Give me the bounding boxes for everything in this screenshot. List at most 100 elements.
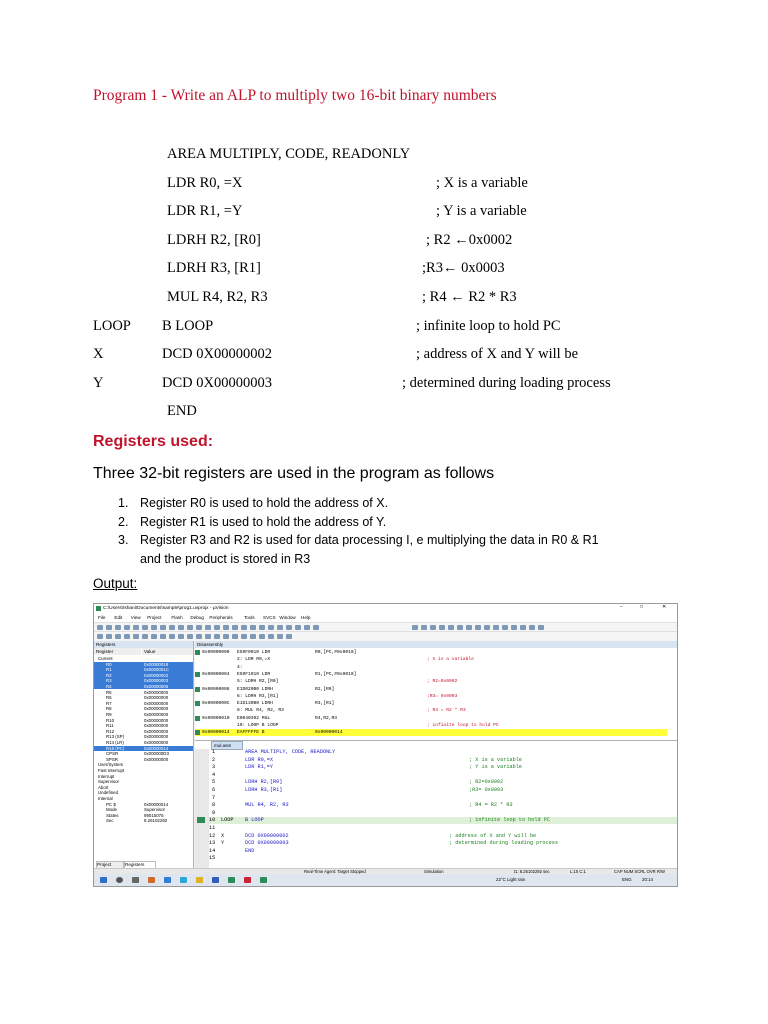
toolbar-icon[interactable] (169, 625, 175, 630)
toolbar-icon[interactable] (277, 625, 283, 630)
register-row[interactable]: R15 (PC) 0x00000014 (94, 745, 193, 751)
start-icon[interactable] (100, 877, 107, 883)
toolbar-icon[interactable] (484, 625, 490, 630)
toolbar-icon[interactable] (286, 625, 292, 630)
app-icon-2[interactable] (164, 877, 171, 883)
toolbar-icon[interactable] (196, 634, 202, 639)
menu-item[interactable]: Debug (190, 615, 204, 620)
toolbar-icon[interactable] (277, 634, 283, 639)
toolbar-icon[interactable] (241, 634, 247, 639)
register-row[interactable]: Undefined (94, 790, 193, 795)
register-row[interactable]: CPSR 0x000000D3 (94, 751, 193, 756)
app-icon-4[interactable] (196, 877, 203, 883)
register-row[interactable]: R1 0x0000001C (94, 667, 193, 673)
toolbar-icon[interactable] (115, 634, 121, 639)
toolbar-icon[interactable] (178, 634, 184, 639)
toolbar-icon[interactable] (268, 634, 274, 639)
app-icon-7[interactable] (244, 877, 251, 883)
register-row[interactable]: States 99015075 (94, 813, 193, 818)
menu-item[interactable]: Project (147, 615, 161, 620)
toolbar-icon[interactable] (502, 625, 508, 630)
register-row[interactable]: PC $ 0x00000014 (94, 802, 193, 807)
toolbar-icon[interactable] (151, 634, 157, 639)
register-row[interactable]: R10 0x00000000 (94, 718, 193, 723)
toolbar-icon[interactable] (97, 625, 103, 630)
register-row[interactable]: Interrupt (94, 774, 193, 779)
toolbar-icon[interactable] (286, 634, 292, 639)
toolbar-icon[interactable] (529, 625, 535, 630)
toolbar-icon[interactable] (187, 634, 193, 639)
menu-item[interactable]: Peripherals (209, 615, 232, 620)
register-row[interactable]: Current (94, 656, 193, 661)
toolbar-icon[interactable] (412, 625, 418, 630)
toolbar-icon[interactable] (178, 625, 184, 630)
app-icon-8[interactable] (260, 877, 267, 883)
menu-item[interactable]: Flash (171, 615, 182, 620)
register-row[interactable]: R7 0x00000000 (94, 701, 193, 706)
register-row[interactable]: Supervisor (94, 779, 193, 784)
menu-item[interactable]: Help (301, 615, 310, 620)
app-icon-6[interactable] (228, 877, 235, 883)
register-row[interactable]: Mode Supervisor (94, 807, 193, 812)
toolbar-icon[interactable] (457, 625, 463, 630)
toolbar-icon[interactable] (160, 625, 166, 630)
register-row[interactable]: R4 0x00000006 (94, 684, 193, 690)
register-row[interactable]: R0 0x00000018 (94, 661, 193, 667)
app-icon-3[interactable] (180, 877, 187, 883)
task-view-icon[interactable] (132, 877, 139, 883)
toolbar-icon[interactable] (187, 625, 193, 630)
minimize-icon[interactable]: – (620, 605, 623, 610)
toolbar-icon[interactable] (196, 625, 202, 630)
toolbar-icon[interactable] (133, 625, 139, 630)
toolbar-icon[interactable] (232, 634, 238, 639)
maximize-icon[interactable]: □ (640, 605, 643, 610)
toolbar-icon[interactable] (268, 625, 274, 630)
toolbar-icon[interactable] (439, 625, 445, 630)
toolbar-icon[interactable] (115, 625, 121, 630)
toolbar-icon[interactable] (214, 634, 220, 639)
toolbar-icon[interactable] (151, 625, 157, 630)
register-row[interactable]: R9 0x00000000 (94, 712, 193, 717)
toolbar-icon[interactable] (205, 625, 211, 630)
toolbar-icon[interactable] (259, 625, 265, 630)
register-row[interactable]: Fast Interrupt (94, 768, 193, 773)
toolbar-icon[interactable] (538, 625, 544, 630)
toolbar-icon[interactable] (97, 634, 103, 639)
toolbar-icon[interactable] (520, 625, 526, 630)
toolbar-icon[interactable] (421, 625, 427, 630)
menu-item[interactable]: SVCS (263, 615, 276, 620)
register-row[interactable]: Internal (94, 796, 193, 801)
toolbar-icon[interactable] (295, 625, 301, 630)
toolbar-icon[interactable] (259, 634, 265, 639)
toolbar-icon[interactable] (142, 625, 148, 630)
toolbar-icon[interactable] (133, 634, 139, 639)
toolbar-icon[interactable] (466, 625, 472, 630)
toolbar-icon[interactable] (142, 634, 148, 639)
toolbar-icon[interactable] (169, 634, 175, 639)
close-icon[interactable]: ✕ (662, 605, 666, 610)
toolbar-icon[interactable] (304, 625, 310, 630)
toolbar-icon[interactable] (241, 625, 247, 630)
register-row[interactable]: Abort (94, 785, 193, 790)
search-icon[interactable] (116, 877, 123, 883)
toolbar-icon[interactable] (313, 625, 319, 630)
toolbar-icon[interactable] (430, 625, 436, 630)
register-row[interactable]: R12 0x00000000 (94, 729, 193, 734)
menu-item[interactable]: File (98, 615, 105, 620)
register-row[interactable]: R8 0x00000000 (94, 706, 193, 711)
toolbar-icon[interactable] (106, 634, 112, 639)
toolbar-icon[interactable] (205, 634, 211, 639)
toolbar-icon[interactable] (223, 625, 229, 630)
app-icon-5[interactable] (212, 877, 219, 883)
toolbar-icon[interactable] (250, 634, 256, 639)
toolbar-icon[interactable] (214, 625, 220, 630)
toolbar-icon[interactable] (448, 625, 454, 630)
toolbar-icon[interactable] (124, 625, 130, 630)
register-row[interactable]: R5 0x00000000 (94, 690, 193, 695)
toolbar-icon[interactable] (223, 634, 229, 639)
register-row[interactable]: R11 0x00000000 (94, 723, 193, 728)
app-icon-1[interactable] (148, 877, 155, 883)
register-row[interactable]: R6 0x00000000 (94, 695, 193, 700)
toolbar-icon[interactable] (106, 625, 112, 630)
toolbar-icon[interactable] (493, 625, 499, 630)
